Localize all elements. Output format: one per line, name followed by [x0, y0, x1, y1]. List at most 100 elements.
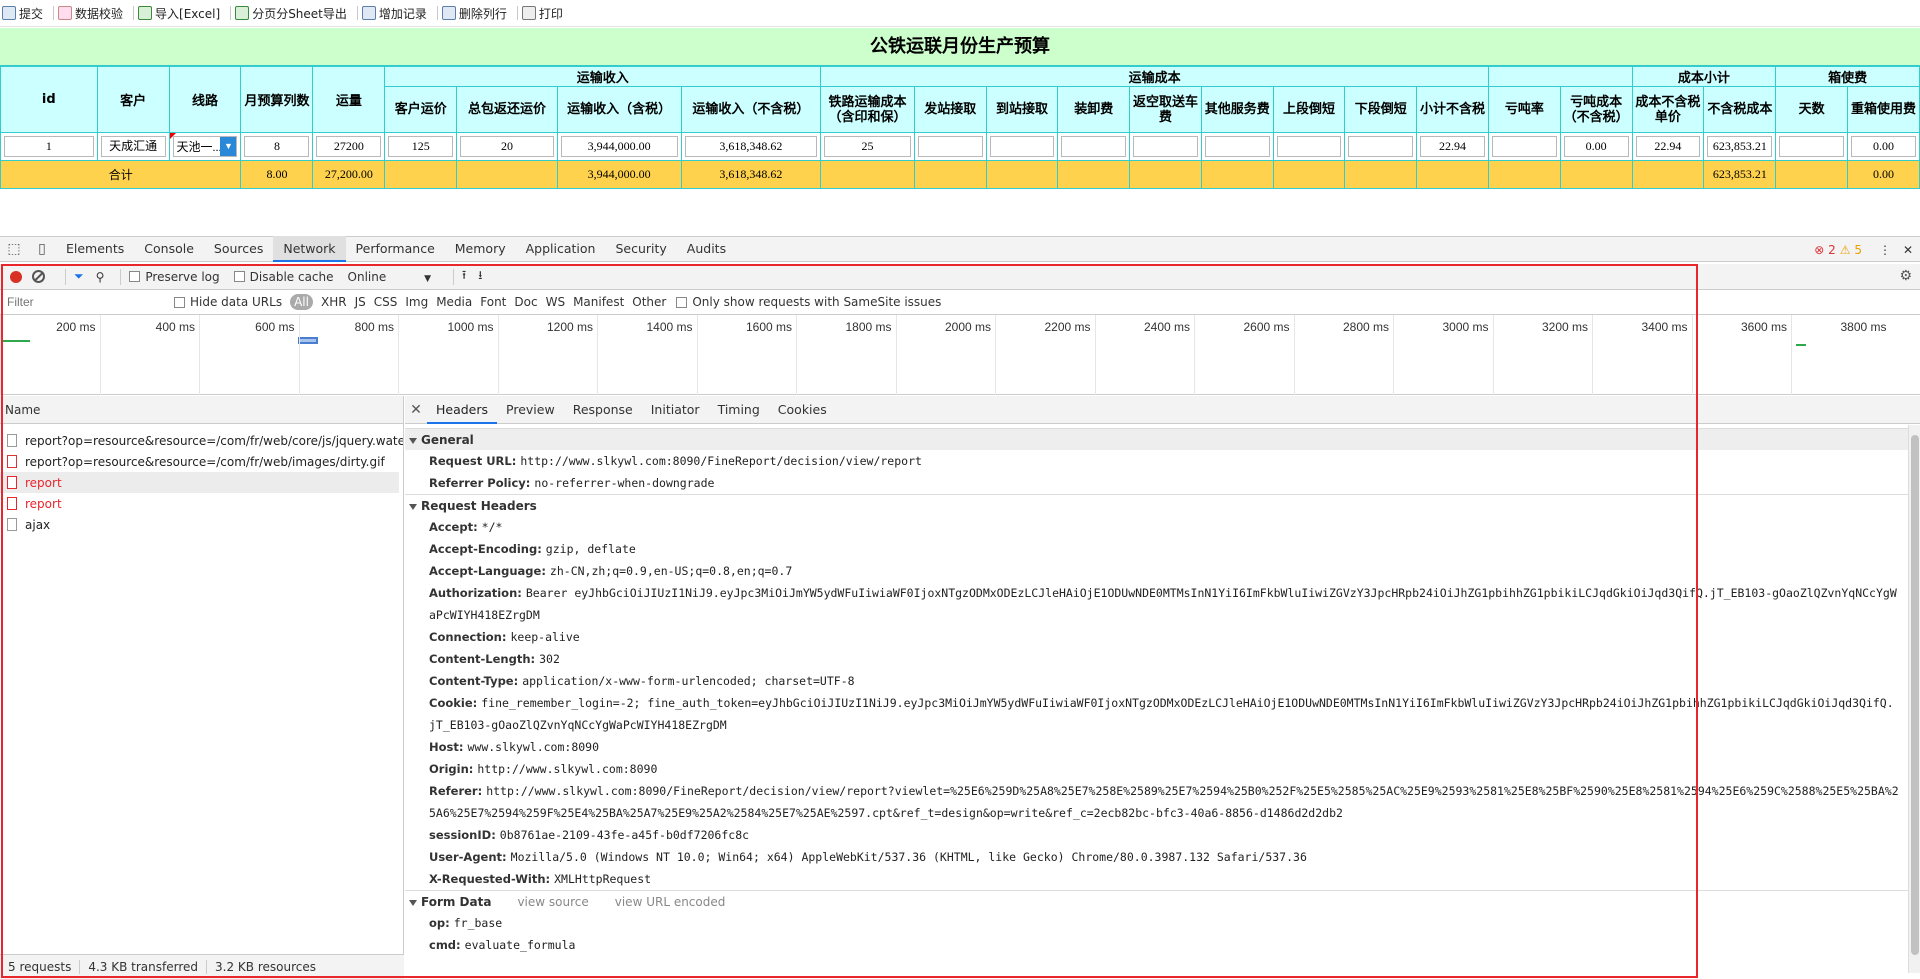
cell-upper[interactable] — [1272, 132, 1346, 161]
tab-response[interactable]: Response — [564, 396, 642, 424]
cell-customer-price[interactable]: 125 — [384, 132, 458, 161]
cell-dep[interactable] — [913, 132, 987, 161]
filter-type-js[interactable]: JS — [355, 295, 366, 309]
tab-security[interactable]: Security — [605, 236, 676, 262]
filter-type-other[interactable]: Other — [632, 295, 666, 309]
cell-lower[interactable] — [1344, 132, 1418, 161]
timeline-tick: 600 ms — [199, 315, 299, 395]
filter-type-css[interactable]: CSS — [374, 295, 398, 309]
cell-customer[interactable]: 天成汇通 — [96, 132, 170, 161]
cell-rail-cost[interactable]: 25 — [820, 132, 915, 161]
cell-income-tax[interactable]: 3,944,000.00 — [556, 132, 682, 161]
request-row[interactable]: ajax — [0, 514, 403, 535]
tab-elements[interactable]: Elements — [56, 236, 134, 262]
throttle-select[interactable]: Online ▼ — [348, 270, 431, 284]
cell-loss-cost[interactable]: 0.00 — [1559, 132, 1633, 161]
preserve-log-checkbox[interactable]: Preserve log — [129, 270, 220, 284]
device-toolbar-icon[interactable]: ▯ — [28, 236, 56, 262]
tab-console[interactable]: Console — [134, 236, 204, 262]
import-har-icon[interactable]: ⭱ — [462, 266, 466, 287]
delete-row-button[interactable]: 删除列行 — [440, 0, 515, 27]
filter-type-manifest[interactable]: Manifest — [573, 295, 624, 309]
tab-network[interactable]: Network — [273, 236, 346, 262]
warning-count[interactable]: ⚠ 5 — [1840, 243, 1862, 257]
filter-input[interactable] — [4, 292, 174, 312]
tab-timing[interactable]: Timing — [709, 396, 769, 424]
settings-gear-icon[interactable]: ⚙ — [1899, 268, 1912, 284]
view-url-encoded-link[interactable]: view URL encoded — [615, 895, 726, 909]
clear-icon[interactable] — [32, 270, 45, 283]
more-options-icon[interactable]: ⋮ — [1874, 243, 1896, 257]
tab-application[interactable]: Application — [516, 236, 606, 262]
devtools-tabbar: ⬚ ▯ Elements Console Sources Network Per… — [0, 236, 1920, 262]
disable-cache-checkbox[interactable]: Disable cache — [233, 270, 334, 284]
samesite-checkbox[interactable]: Only show requests with SameSite issues — [676, 295, 941, 309]
filter-type-img[interactable]: Img — [405, 295, 428, 309]
close-icon[interactable]: ✕ — [405, 402, 427, 418]
export-har-icon[interactable]: ⭳ — [478, 266, 482, 287]
view-source-link[interactable]: view source — [517, 895, 588, 909]
error-count[interactable]: ⊗ 2 — [1814, 243, 1836, 257]
cell-empty-return[interactable] — [1129, 132, 1202, 161]
export-sheet-button[interactable]: 分页分Sheet导出 — [233, 0, 355, 27]
tab-preview[interactable]: Preview — [497, 396, 564, 424]
cell-arr[interactable] — [985, 132, 1059, 161]
hide-data-urls-checkbox[interactable]: Hide data URLs — [174, 295, 282, 309]
import-excel-button[interactable]: 导入[Excel] — [136, 0, 228, 27]
filter-icon[interactable]: ⏷ — [74, 269, 84, 284]
close-icon[interactable]: ✕ — [1896, 243, 1920, 257]
validate-button[interactable]: 数据校验 — [56, 0, 131, 27]
submit-button[interactable]: 提交 — [0, 0, 51, 27]
filter-type-ws[interactable]: WS — [546, 295, 565, 309]
tab-memory[interactable]: Memory — [445, 236, 516, 262]
request-row[interactable]: report — [0, 493, 399, 514]
name-column-header[interactable]: Name — [0, 396, 403, 424]
tab-audits[interactable]: Audits — [677, 236, 736, 262]
cell-income-notax[interactable]: 3,618,348.62 — [680, 132, 822, 161]
search-icon[interactable]: ⚲ — [96, 270, 105, 284]
filter-type-all[interactable]: All — [290, 294, 313, 310]
cell-route[interactable]: 天池一... ▼ — [168, 132, 242, 161]
cell-budget-count[interactable]: 8 — [240, 132, 314, 161]
request-list: Name report?op=resource&resource=/com/fr… — [0, 396, 404, 979]
cell-unit-cost[interactable]: 22.94 — [1631, 132, 1705, 161]
cell-volume[interactable]: 27200 — [312, 132, 386, 161]
request-row[interactable]: report?op=resource&resource=/com/fr/web/… — [0, 430, 403, 451]
general-section-header[interactable]: General — [405, 428, 1920, 450]
inspect-element-icon[interactable]: ⬚ — [0, 236, 28, 262]
add-record-button[interactable]: 增加记录 — [360, 0, 435, 27]
timeline-tick-label: 800 ms — [354, 320, 394, 334]
print-button[interactable]: 打印 — [520, 0, 571, 27]
request-row[interactable]: report — [0, 472, 399, 493]
tab-cookies[interactable]: Cookies — [769, 396, 836, 424]
request-row[interactable]: report?op=resource&resource=/com/fr/web/… — [0, 451, 403, 472]
filter-type-xhr[interactable]: XHR — [321, 295, 347, 309]
filter-type-media[interactable]: Media — [436, 295, 472, 309]
scrollbar-thumb[interactable] — [1911, 435, 1919, 955]
cell-subtotal[interactable]: 22.94 — [1416, 132, 1489, 161]
printer-icon — [521, 6, 536, 20]
tab-headers[interactable]: Headers — [427, 396, 498, 424]
cell-handling[interactable] — [1057, 132, 1131, 161]
filter-type-doc[interactable]: Doc — [514, 295, 537, 309]
record-icon[interactable] — [10, 270, 22, 283]
cell-days[interactable] — [1775, 132, 1849, 161]
file-icon — [7, 497, 17, 510]
detail-scrollbar[interactable] — [1908, 425, 1920, 973]
cell-other[interactable] — [1200, 132, 1274, 161]
network-timeline[interactable]: 200 ms 400 ms 600 ms 800 ms 1000 ms 1200 ms 14… — [0, 315, 1920, 395]
cell-return-price[interactable]: 20 — [456, 132, 558, 161]
filter-type-font[interactable]: Font — [480, 295, 506, 309]
cell-id[interactable]: 1 — [0, 132, 98, 161]
timeline-tick: 400 ms — [99, 315, 200, 395]
cell-loss-rate[interactable] — [1487, 132, 1561, 161]
tab-sources[interactable]: Sources — [204, 236, 273, 262]
timeline-tick: 200 ms — [0, 315, 100, 395]
cell-heavy-box[interactable]: 0.00 — [1847, 132, 1920, 161]
chevron-down-icon[interactable]: ▼ — [220, 137, 237, 156]
cell-cost-notax[interactable]: 623,853.21 — [1703, 132, 1777, 161]
request-headers-section-header[interactable]: Request Headers — [405, 494, 1920, 516]
tab-initiator[interactable]: Initiator — [642, 396, 709, 424]
tab-performance[interactable]: Performance — [346, 236, 445, 262]
form-data-section-header[interactable]: Form Data view source view URL encoded — [405, 890, 1920, 912]
